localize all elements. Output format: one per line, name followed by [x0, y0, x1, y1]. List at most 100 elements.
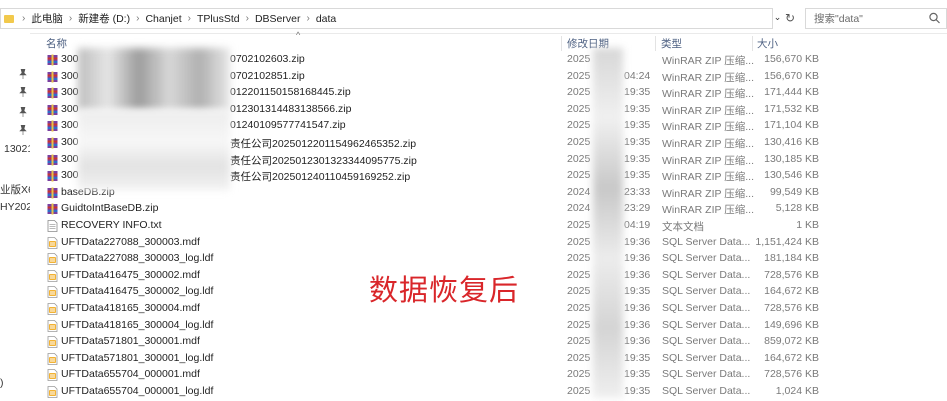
file-type: WinRAR ZIP 压缩...	[662, 104, 754, 117]
winrar-icon	[47, 170, 58, 182]
file-name-tail: 01220115015816​8445.zip	[230, 86, 351, 99]
file-time: 19:35	[624, 368, 651, 381]
file-type: SQL Server Data...	[662, 302, 751, 314]
file-row[interactable]: UFTData655704_000001.mdf 2025 19:35 SQL Ser…	[0, 367, 947, 384]
sql-data-icon	[47, 253, 58, 266]
file-name: UFTData227088_300003_log.ldf	[61, 252, 214, 265]
crumb-data[interactable]: data	[316, 13, 336, 25]
file-name: 300	[61, 53, 79, 65]
file-date: 2025	[567, 86, 591, 99]
chevron-right-icon[interactable]: ›	[188, 13, 191, 24]
file-type: SQL Server Data...	[662, 351, 751, 364]
file-type: WinRAR ZIP 压缩...	[662, 55, 754, 67]
file-name: 300	[61, 119, 79, 132]
address-bar[interactable]: › 此电脑 › 新建卷 (D:) › Chanjet › TPlusStd › …	[0, 8, 773, 29]
file-row[interactable]: UFTData227088_300003_log.ldf 2025 19:36 SQL…	[0, 251, 947, 268]
column-header-name[interactable]: 名称	[46, 36, 67, 52]
column-divider[interactable]	[655, 36, 656, 51]
winrar-icon	[47, 203, 58, 215]
file-date: 2025	[567, 152, 591, 165]
file-name: UFTData227088_300003.mdf	[61, 235, 200, 248]
file-row[interactable]: UFTData655704_000001_log.ldf 2025 19:35 SQL…	[0, 384, 947, 401]
file-type: 文本文档	[662, 221, 704, 233]
crumb-dbserver[interactable]: DBServer	[255, 13, 301, 25]
search-box[interactable]: 搜索"data"	[805, 8, 947, 29]
file-size: 728,576 KB	[764, 368, 819, 381]
file-type: SQL Server Data...	[662, 385, 751, 397]
search-icon[interactable]	[927, 11, 943, 25]
file-row[interactable]: GuidtoIntBaseDB.zip 2024 23:29 WinRAR ZIP 压…	[0, 201, 947, 218]
file-row[interactable]: UFTData227088_300003.mdf 2025 19:36 SQL Ser…	[0, 235, 947, 252]
file-name: UFTData655704_000001_log.ldf	[61, 385, 214, 397]
file-time: 19:35	[624, 169, 651, 182]
sql-data-icon	[47, 319, 58, 332]
file-size: 171,104 KB	[764, 119, 819, 132]
crumb-drive-d[interactable]: 新建卷 (D:)	[78, 11, 130, 26]
file-time: 19:35	[624, 152, 651, 165]
file-name: 300	[61, 136, 79, 148]
file-row[interactable]: UFTData418165_300004_log.ldf 2025 19:36 SQL…	[0, 318, 947, 335]
file-type: SQL Server Data...	[662, 335, 751, 348]
chevron-right-icon[interactable]: ›	[246, 13, 249, 24]
file-date: 2025	[567, 268, 591, 281]
column-divider[interactable]	[752, 36, 753, 51]
file-time: 19:35	[624, 285, 651, 298]
file-name: UFTData418165_300004.mdf	[61, 302, 200, 314]
refresh-button[interactable]: ↻	[783, 8, 797, 27]
search-input[interactable]: 搜索"data"	[806, 11, 863, 26]
file-name-tail: 01240109577741547.zip	[230, 119, 346, 132]
file-type: SQL Server Data...	[662, 368, 751, 381]
file-type: WinRAR ZIP 压缩...	[662, 138, 754, 150]
file-name: 300	[61, 169, 79, 182]
file-date: 2025	[567, 351, 591, 364]
file-size: 181,184 KB	[764, 252, 819, 265]
file-date: 2025	[567, 169, 591, 182]
crumb-this-pc[interactable]: 此电脑	[31, 11, 63, 26]
file-name-tail: 责任公司20250123013233440957​75.zip	[230, 154, 417, 167]
sql-data-icon	[47, 369, 58, 382]
file-type: SQL Server Data...	[662, 318, 751, 331]
file-type: SQL Server Data...	[662, 285, 751, 298]
overlay-caption: 数据恢复后	[369, 273, 520, 307]
chevron-right-icon[interactable]: ›	[69, 13, 72, 24]
file-size: 1,024 KB	[775, 385, 819, 397]
file-date: 2025	[567, 368, 591, 381]
file-time: 19:36	[624, 318, 651, 331]
privacy-blur	[78, 48, 230, 110]
chevron-right-icon[interactable]: ›	[306, 13, 309, 24]
file-name: 300	[61, 69, 79, 82]
chevron-right-icon: ›	[22, 13, 26, 24]
file-name: UFTData571801_300001_log.ldf	[61, 351, 214, 364]
column-header-type[interactable]: 类型	[661, 36, 682, 52]
file-time: 19:35	[624, 102, 651, 115]
file-type: WinRAR ZIP 压缩...	[662, 121, 754, 134]
file-row[interactable]: UFTData571801_300001.mdf 2025 19:36 SQL Ser…	[0, 334, 947, 351]
sql-data-icon	[47, 269, 58, 282]
file-type: SQL Server Data...	[662, 235, 751, 248]
winrar-icon	[47, 154, 58, 166]
file-row[interactable]: RECOVERY INFO.txt 2025 04:19 文本文档 1 KB	[0, 218, 947, 235]
file-date: 2025	[567, 219, 591, 231]
file-date: 2025	[567, 285, 591, 298]
file-row[interactable]: UFTData571801_300001_log.ldf 2025 19:35 SQL…	[0, 351, 947, 368]
file-time: 23:33	[624, 185, 651, 198]
file-type: WinRAR ZIP 压缩...	[662, 71, 754, 84]
file-size: 1 KB	[796, 219, 819, 231]
column-divider[interactable]	[561, 36, 562, 51]
file-size: 130,546 KB	[764, 169, 819, 182]
crumb-tplusstd[interactable]: TPlusStd	[197, 13, 240, 25]
file-type: WinRAR ZIP 压缩...	[662, 88, 754, 101]
file-size: 130,185 KB	[764, 152, 819, 165]
file-name: UFTData655704_000001.mdf	[61, 368, 200, 381]
file-date: 2025	[567, 235, 591, 248]
file-name: 300	[61, 102, 79, 115]
crumb-chanjet[interactable]: Chanjet	[145, 13, 181, 25]
file-size: 728,576 KB	[764, 302, 819, 314]
privacy-blur	[78, 110, 230, 190]
file-size: 156,670 KB	[764, 69, 819, 82]
column-header-size[interactable]: 大小	[757, 36, 778, 52]
sql-data-icon	[47, 386, 58, 398]
winrar-icon	[47, 54, 58, 66]
file-date: 2025	[567, 136, 591, 148]
chevron-right-icon[interactable]: ›	[136, 13, 139, 24]
